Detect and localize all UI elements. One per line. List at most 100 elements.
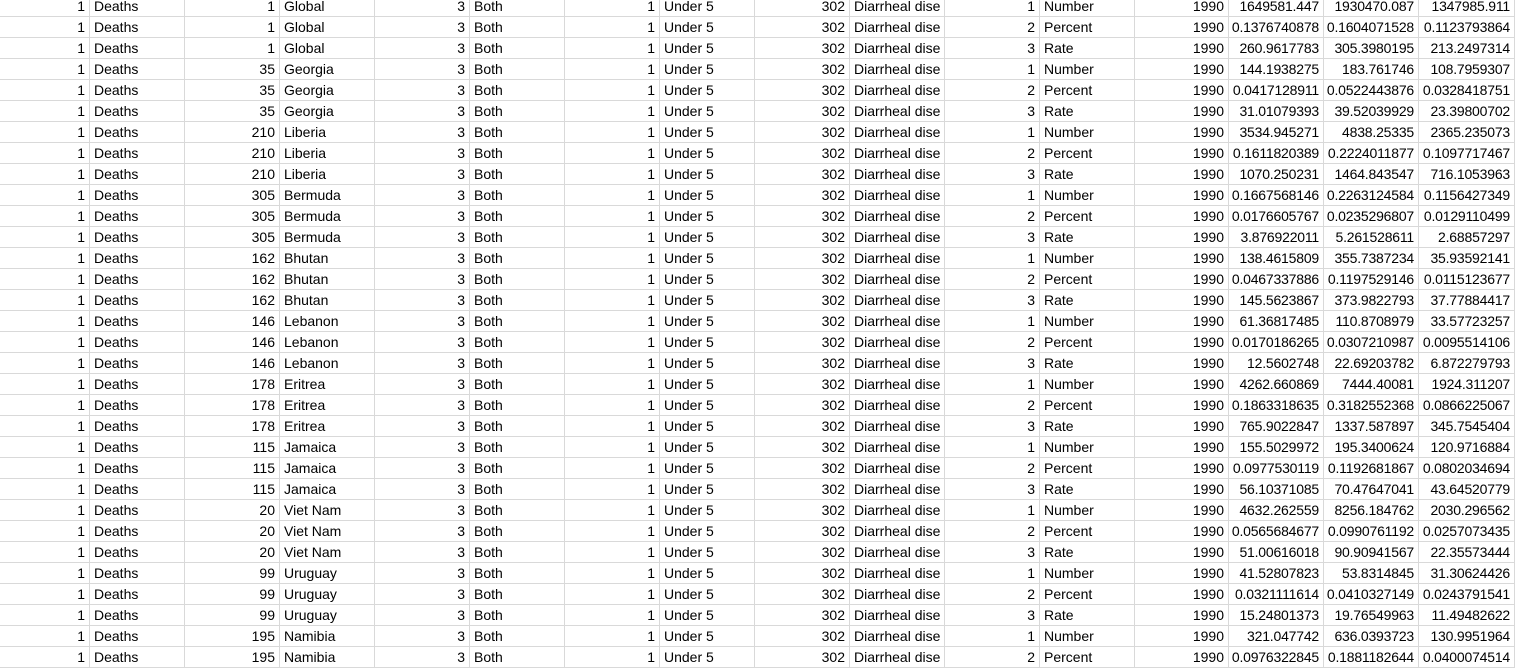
sex-name-cell[interactable]: Both [470,479,565,500]
sex-id-cell[interactable]: 3 [375,80,470,101]
measure-id-cell[interactable]: 1 [0,479,90,500]
sex-id-cell[interactable]: 3 [375,353,470,374]
lower-cell[interactable]: 0.0328418751 [1419,80,1515,101]
measure-name-cell[interactable]: Deaths [90,290,185,311]
upper-cell[interactable]: 0.2263124584 [1324,185,1419,206]
metric-id-cell[interactable]: 3 [945,101,1040,122]
sex-name-cell[interactable]: Both [470,521,565,542]
lower-cell[interactable]: 0.0866225067 [1419,395,1515,416]
lower-cell[interactable]: 130.9951964 [1419,626,1515,647]
location-id-cell[interactable]: 146 [185,311,280,332]
cause-name-cell[interactable]: Diarrheal dise [850,59,945,80]
lower-cell[interactable]: 716.1053963 [1419,164,1515,185]
sex-id-cell[interactable]: 3 [375,458,470,479]
measure-id-cell[interactable]: 1 [0,185,90,206]
upper-cell[interactable]: 90.90941567 [1324,542,1419,563]
upper-cell[interactable]: 0.0522443876 [1324,80,1419,101]
sex-id-cell[interactable]: 3 [375,311,470,332]
value-cell[interactable]: 4262.660869 [1229,374,1324,395]
cause-name-cell[interactable]: Diarrheal dise [850,17,945,38]
upper-cell[interactable]: 183.761746 [1324,59,1419,80]
sex-name-cell[interactable]: Both [470,584,565,605]
measure-id-cell[interactable]: 1 [0,416,90,437]
sex-id-cell[interactable]: 3 [375,290,470,311]
lower-cell[interactable]: 1347985.911 [1419,0,1515,17]
lower-cell[interactable]: 6.872279793 [1419,353,1515,374]
sex-id-cell[interactable]: 3 [375,605,470,626]
metric-name-cell[interactable]: Number [1040,185,1135,206]
metric-id-cell[interactable]: 2 [945,80,1040,101]
sex-name-cell[interactable]: Both [470,101,565,122]
measure-id-cell[interactable]: 1 [0,206,90,227]
measure-name-cell[interactable]: Deaths [90,227,185,248]
lower-cell[interactable]: 345.7545404 [1419,416,1515,437]
lower-cell[interactable]: 0.1123793864 [1419,17,1515,38]
cause-name-cell[interactable]: Diarrheal dise [850,353,945,374]
sex-name-cell[interactable]: Both [470,563,565,584]
cause-id-cell[interactable]: 302 [755,353,850,374]
sex-name-cell[interactable]: Both [470,248,565,269]
age-id-cell[interactable]: 1 [565,185,660,206]
location-id-cell[interactable]: 115 [185,437,280,458]
upper-cell[interactable]: 0.1881182644 [1324,647,1419,668]
measure-name-cell[interactable]: Deaths [90,80,185,101]
upper-cell[interactable]: 0.2224011877 [1324,143,1419,164]
sex-id-cell[interactable]: 3 [375,500,470,521]
cause-name-cell[interactable]: Diarrheal dise [850,647,945,668]
sex-name-cell[interactable]: Both [470,605,565,626]
age-name-cell[interactable]: Under 5 [660,311,755,332]
lower-cell[interactable]: 2.68857297 [1419,227,1515,248]
metric-id-cell[interactable]: 3 [945,416,1040,437]
sex-name-cell[interactable]: Both [470,374,565,395]
cause-name-cell[interactable]: Diarrheal dise [850,395,945,416]
year-cell[interactable]: 1990 [1135,353,1229,374]
value-cell[interactable]: 260.9617783 [1229,38,1324,59]
age-name-cell[interactable]: Under 5 [660,80,755,101]
age-id-cell[interactable]: 1 [565,59,660,80]
cause-name-cell[interactable]: Diarrheal dise [850,437,945,458]
metric-name-cell[interactable]: Rate [1040,38,1135,59]
measure-id-cell[interactable]: 1 [0,647,90,668]
measure-id-cell[interactable]: 1 [0,227,90,248]
location-name-cell[interactable]: Bermuda [280,206,375,227]
measure-id-cell[interactable]: 1 [0,101,90,122]
measure-name-cell[interactable]: Deaths [90,353,185,374]
metric-id-cell[interactable]: 3 [945,353,1040,374]
cause-id-cell[interactable]: 302 [755,374,850,395]
age-id-cell[interactable]: 1 [565,38,660,59]
location-name-cell[interactable]: Georgia [280,101,375,122]
location-name-cell[interactable]: Bhutan [280,248,375,269]
year-cell[interactable]: 1990 [1135,437,1229,458]
age-name-cell[interactable]: Under 5 [660,374,755,395]
value-cell[interactable]: 0.0321111614 [1229,584,1324,605]
cause-id-cell[interactable]: 302 [755,479,850,500]
age-name-cell[interactable]: Under 5 [660,269,755,290]
metric-name-cell[interactable]: Number [1040,248,1135,269]
value-cell[interactable]: 0.0977530119 [1229,458,1324,479]
location-id-cell[interactable]: 115 [185,479,280,500]
year-cell[interactable]: 1990 [1135,38,1229,59]
cause-id-cell[interactable]: 302 [755,143,850,164]
measure-id-cell[interactable]: 1 [0,395,90,416]
sex-id-cell[interactable]: 3 [375,563,470,584]
measure-id-cell[interactable]: 1 [0,122,90,143]
location-name-cell[interactable]: Liberia [280,143,375,164]
location-name-cell[interactable]: Eritrea [280,374,375,395]
lower-cell[interactable]: 213.2497314 [1419,38,1515,59]
upper-cell[interactable]: 636.0393723 [1324,626,1419,647]
age-id-cell[interactable]: 1 [565,80,660,101]
location-id-cell[interactable]: 146 [185,332,280,353]
cause-name-cell[interactable]: Diarrheal dise [850,269,945,290]
cause-name-cell[interactable]: Diarrheal dise [850,626,945,647]
location-name-cell[interactable]: Uruguay [280,605,375,626]
year-cell[interactable]: 1990 [1135,563,1229,584]
upper-cell[interactable]: 355.7387234 [1324,248,1419,269]
measure-name-cell[interactable]: Deaths [90,0,185,17]
sex-id-cell[interactable]: 3 [375,626,470,647]
metric-name-cell[interactable]: Number [1040,626,1135,647]
cause-name-cell[interactable]: Diarrheal dise [850,521,945,542]
year-cell[interactable]: 1990 [1135,122,1229,143]
age-id-cell[interactable]: 1 [565,227,660,248]
sex-name-cell[interactable]: Both [470,185,565,206]
location-id-cell[interactable]: 99 [185,563,280,584]
